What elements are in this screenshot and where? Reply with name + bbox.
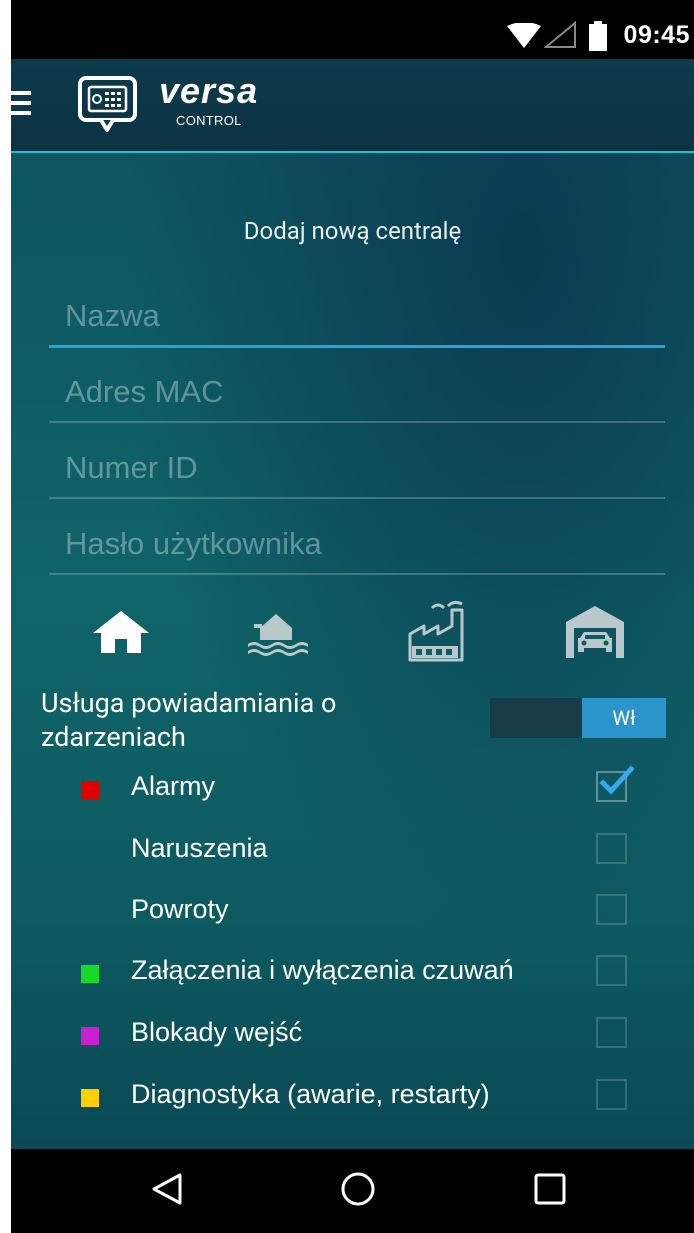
notification-toggle[interactable]: Wł <box>490 698 666 738</box>
mac-address-input[interactable] <box>49 363 665 421</box>
status-bar: 09:45 <box>11 13 694 59</box>
alarms-checkbox[interactable] <box>596 765 635 802</box>
id-field-container <box>49 439 665 499</box>
wifi-icon <box>507 22 541 53</box>
event-label: Naruszenia <box>131 833 268 863</box>
event-label: Alarmy <box>131 771 216 801</box>
mac-field-container <box>49 363 665 423</box>
event-label: Blokady wejść <box>131 1017 303 1047</box>
home-button[interactable] <box>318 1149 398 1233</box>
password-field-container <box>49 515 665 575</box>
back-button[interactable] <box>127 1149 207 1233</box>
event-row-diagnostics: Diagnostyka (awarie, restarty) <box>11 1071 694 1123</box>
factory-type-button[interactable] <box>401 599 471 669</box>
home-icon <box>340 1171 376 1211</box>
recents-button[interactable] <box>510 1149 590 1233</box>
object-type-selector <box>11 599 694 669</box>
diagnostics-checkbox[interactable] <box>596 1079 627 1110</box>
cellular-signal-icon <box>543 20 578 53</box>
name-input[interactable] <box>49 287 665 345</box>
factory-icon <box>404 600 468 668</box>
event-label: Diagnostyka (awarie, restarty) <box>131 1079 490 1109</box>
violations-checkbox[interactable] <box>596 833 627 864</box>
garage-type-button[interactable] <box>560 599 630 669</box>
system-nav-bar <box>11 1149 694 1233</box>
garage-icon <box>564 604 626 664</box>
keypad-icon <box>77 75 139 139</box>
name-field-container <box>49 287 665 348</box>
flooded-house-type-button[interactable] <box>243 599 313 669</box>
recents-icon <box>534 1173 566 1209</box>
arming-checkbox[interactable] <box>596 955 627 986</box>
add-panel-form: Dodaj nową centralę Nazwa Adres MAC Nume… <box>11 153 694 1149</box>
app-bar: versa CONTROL <box>11 59 694 153</box>
device-screen: 09:45 versa CONTROL Dodaj nową centralę … <box>11 0 694 1233</box>
house-icon <box>91 609 151 659</box>
hamburger-menu-icon[interactable] <box>11 91 31 121</box>
user-password-input[interactable] <box>49 515 665 573</box>
brand-name: versa <box>159 70 259 111</box>
page-title: Dodaj nową centralę <box>243 217 462 245</box>
event-row-restores: Powroty <box>11 886 694 938</box>
event-color-swatch <box>81 965 99 983</box>
house-type-button[interactable] <box>86 599 156 669</box>
notification-service-label: Usługa powiadamiania o zdarzeniach <box>41 687 337 753</box>
event-color-swatch <box>81 1027 99 1045</box>
event-row-violations: Naruszenia <box>11 825 694 877</box>
event-color-swatch <box>81 781 99 799</box>
brand-subtitle: CONTROL <box>176 113 242 128</box>
bypasses-checkbox[interactable] <box>596 1017 627 1048</box>
event-row-bypasses: Blokady wejść <box>11 1009 694 1061</box>
event-label: Powroty <box>131 894 229 924</box>
back-icon <box>150 1172 184 1210</box>
status-time: 09:45 <box>623 21 690 49</box>
restores-checkbox[interactable] <box>596 894 627 925</box>
battery-icon <box>589 21 607 55</box>
app-brand: versa CONTROL <box>159 70 259 129</box>
toggle-on-label: Wł <box>582 698 666 738</box>
event-color-swatch <box>81 1089 99 1107</box>
event-row-alarms: Alarmy <box>11 763 694 815</box>
id-number-input[interactable] <box>49 439 665 497</box>
flooded-house-icon <box>246 608 310 660</box>
event-label: Załączenia i wyłączenia czuwań <box>131 955 514 985</box>
event-row-arming: Załączenia i wyłączenia czuwań <box>11 947 694 999</box>
